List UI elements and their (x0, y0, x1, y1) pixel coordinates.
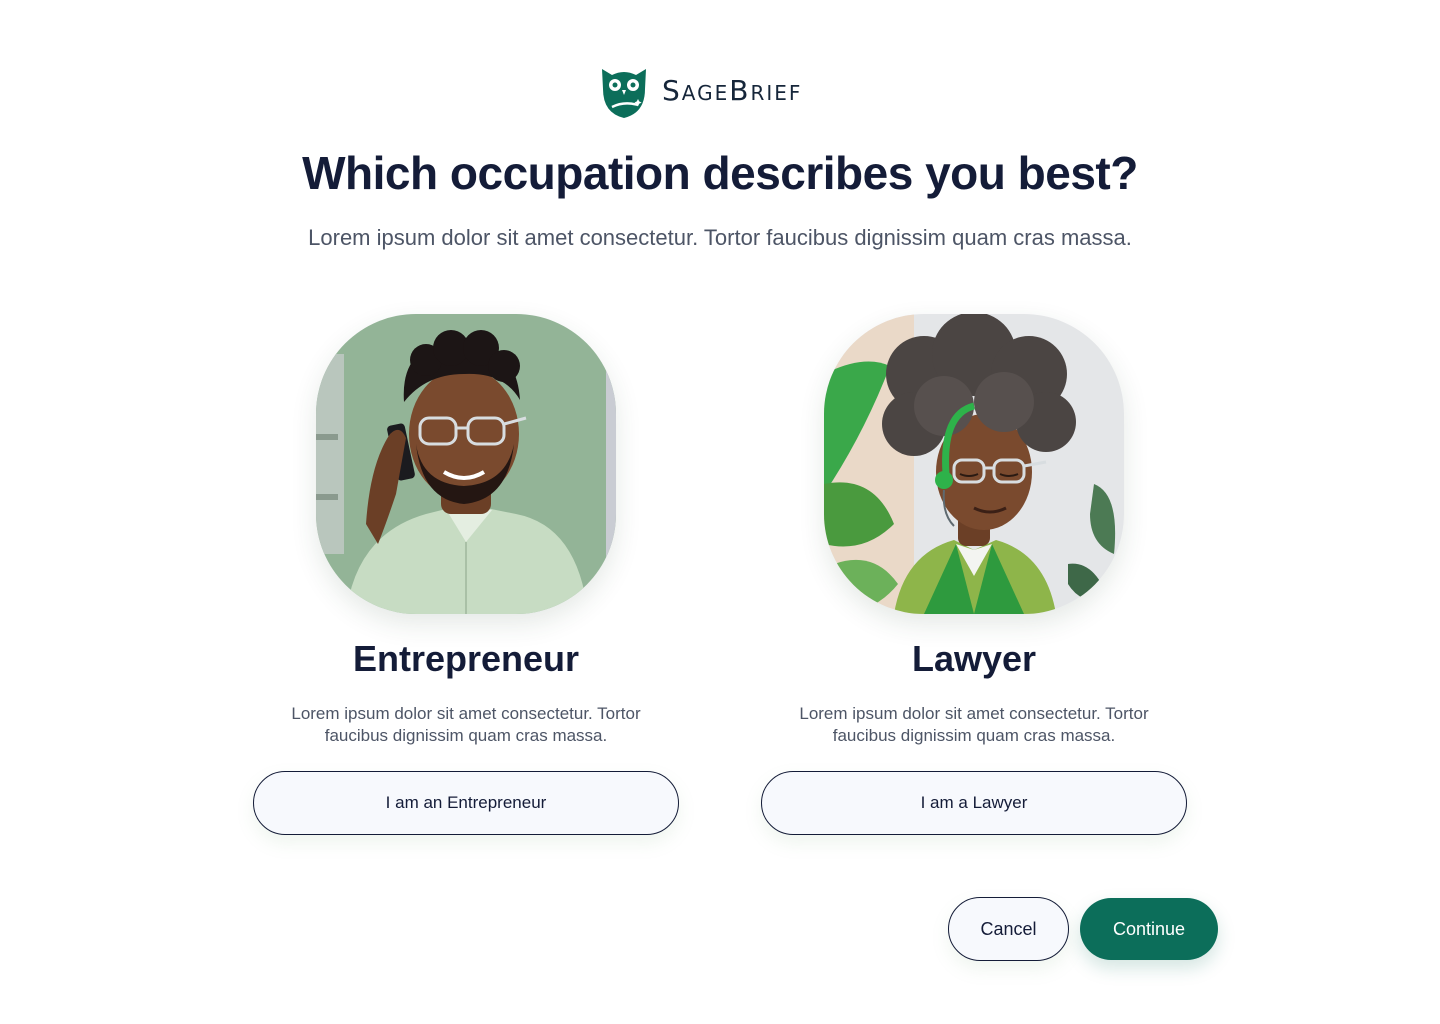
continue-button[interactable]: Continue (1080, 898, 1218, 960)
card-description: Lorem ipsum dolor sit amet consectetur. … (799, 704, 1149, 745)
owl-logo-icon (602, 69, 646, 118)
entrepreneur-avatar (316, 314, 616, 614)
select-entrepreneur-button[interactable]: I am an Entrepreneur (253, 771, 679, 835)
entrepreneur-illustration (316, 314, 616, 614)
lawyer-avatar (824, 314, 1124, 614)
occupation-page: SageBrief Which occupation describes you… (0, 0, 1440, 1024)
page-subtitle: Lorem ipsum dolor sit amet consectetur. … (308, 225, 1132, 250)
card-description: Lorem ipsum dolor sit amet consectetur. … (291, 704, 641, 745)
brand-name: SageBrief (662, 74, 803, 107)
cancel-button[interactable]: Cancel (948, 897, 1069, 961)
card-title: Entrepreneur (352, 638, 580, 679)
lawyer-illustration (824, 314, 1124, 614)
select-lawyer-button[interactable]: I am a Lawyer (761, 771, 1187, 835)
card-title: Lawyer (911, 638, 1037, 679)
page-title: Which occupation describes you best? (302, 147, 1138, 199)
brand-logo: SageBrief (598, 63, 802, 119)
